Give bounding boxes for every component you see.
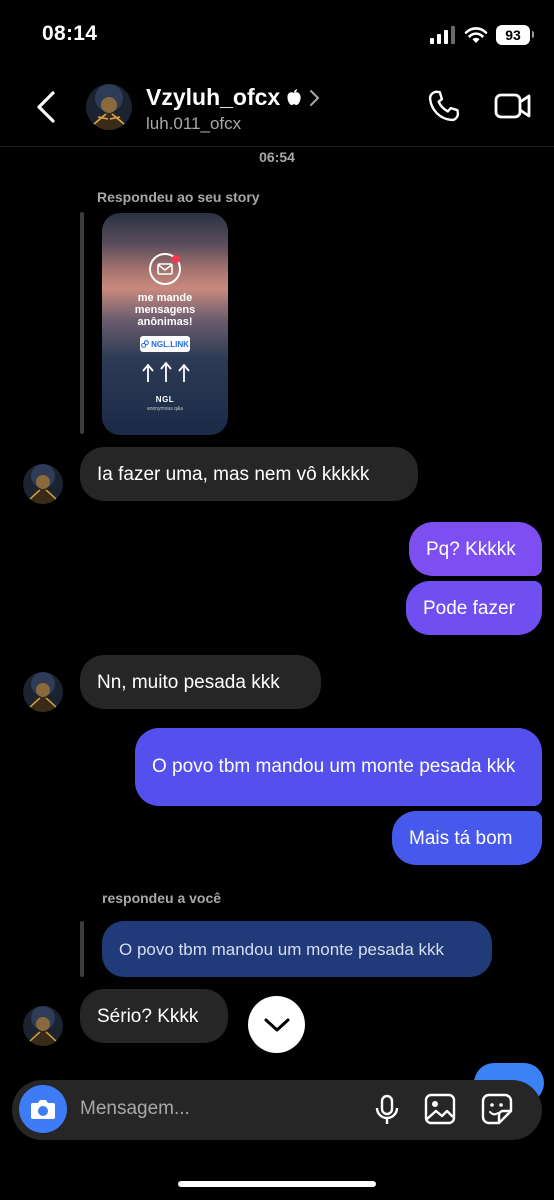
mic-icon[interactable] (374, 1094, 400, 1126)
scroll-to-bottom-button[interactable] (248, 996, 305, 1053)
sender-avatar[interactable] (23, 1006, 63, 1046)
incoming-message[interactable]: Ia fazer uma, mas nem vô kkkkk (80, 447, 418, 501)
incoming-message[interactable]: Nn, muito pesada kkk (80, 655, 321, 709)
home-indicator[interactable] (178, 1181, 376, 1187)
notification-dot (172, 255, 180, 263)
outgoing-message[interactable]: Pode fazer (406, 581, 542, 635)
sticker-icon[interactable] (481, 1093, 513, 1125)
chevron-down-icon (264, 1018, 289, 1031)
battery-indicator: 93 (496, 25, 534, 45)
story-link-label: NGL.LINK (151, 339, 189, 349)
outgoing-message[interactable]: Mais tá bom (392, 811, 542, 865)
signal-icon (430, 26, 455, 44)
story-title-line: anônimas! (137, 316, 193, 328)
arrows-icon (142, 361, 190, 382)
contact-username: luh.011_ofcx (146, 114, 242, 133)
story-link-sticker: NGL.LINK (140, 336, 190, 352)
message-input[interactable]: Mensagem... (80, 1098, 190, 1120)
incoming-message[interactable]: Sério? Kkkk (80, 989, 228, 1043)
status-indicators: 93 (430, 24, 534, 46)
sender-avatar[interactable] (23, 464, 63, 504)
sender-avatar[interactable] (23, 672, 63, 712)
verified-apple-icon (287, 89, 301, 105)
conversation-timestamp: 06:54 (259, 149, 295, 165)
story-small-text: anonymous q&a (146, 406, 184, 412)
contact-name[interactable]: Vzyluh_ofcx (146, 84, 320, 111)
reply-note: respondeu a você (102, 890, 222, 906)
camera-icon (31, 1100, 55, 1119)
header-avatar[interactable] (86, 84, 132, 130)
story-brand: NGL (155, 395, 175, 404)
header-divider (0, 146, 554, 147)
chevron-right-icon (310, 89, 320, 106)
wifi-icon (464, 27, 488, 43)
outgoing-message[interactable]: O povo tbm mandou um monte pesada kkk (135, 728, 542, 806)
video-icon[interactable] (494, 90, 532, 122)
phone-icon[interactable] (426, 88, 462, 124)
camera-button[interactable] (19, 1085, 67, 1133)
reply-quote-bar (80, 921, 84, 977)
story-card-title: me mande mensagens anônimas! (102, 292, 228, 328)
contact-name-text: Vzyluh_ofcx (146, 84, 281, 110)
link-icon (141, 340, 150, 348)
gallery-icon[interactable] (424, 1093, 456, 1125)
story-quote-bar (80, 212, 84, 434)
story-title-line: me mande (137, 292, 193, 304)
story-reply-note: Respondeu ao seu story (97, 189, 260, 205)
back-icon[interactable] (34, 90, 58, 124)
story-title-line: mensagens (134, 304, 196, 316)
quoted-message[interactable]: O povo tbm mandou um monte pesada kkk (102, 921, 492, 977)
story-card[interactable]: me mande mensagens anônimas! NGL.LINK NG… (102, 213, 228, 435)
status-time: 08:14 (42, 22, 98, 45)
outgoing-message[interactable]: Pq? Kkkkk (409, 522, 542, 576)
